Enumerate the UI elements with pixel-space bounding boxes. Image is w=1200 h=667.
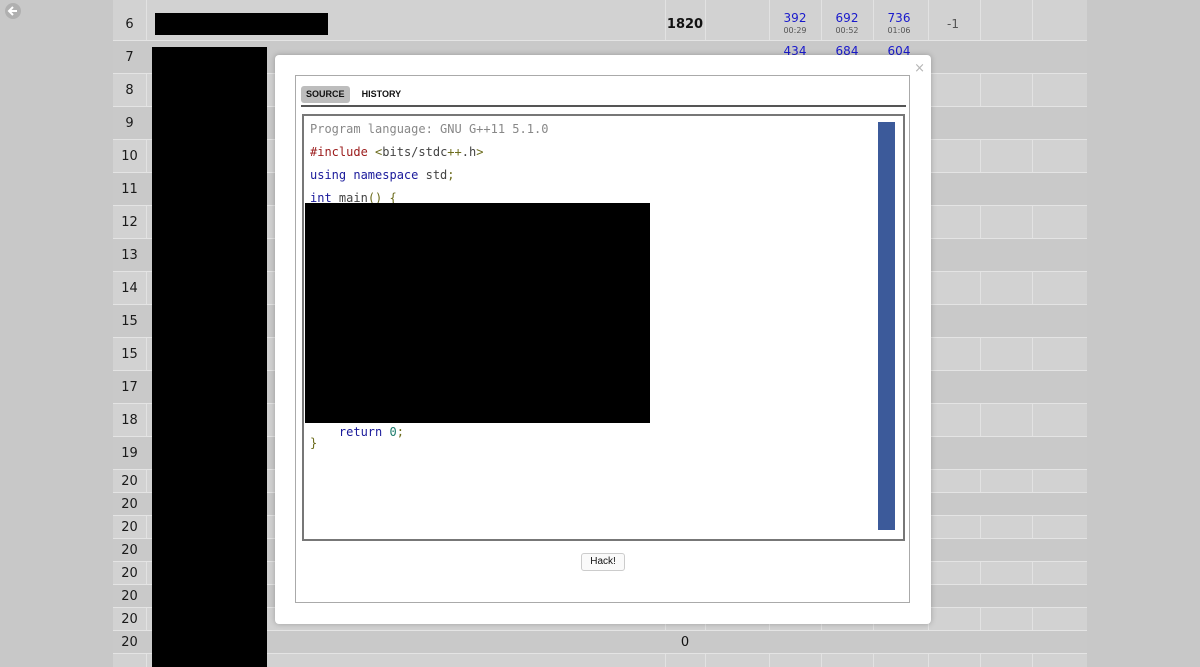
source-code-viewer[interactable]: Program language: GNU G++11 5.1.0 #inclu…: [302, 114, 905, 541]
close-icon[interactable]: ×: [914, 62, 925, 75]
rank-cell: 20: [121, 519, 138, 535]
score-cell: 1820: [666, 16, 704, 32]
code-token: ++: [447, 145, 462, 159]
code-line: using namespace std;: [310, 168, 455, 182]
problem-points: 736: [887, 11, 911, 25]
rank-cell: 17: [121, 379, 138, 395]
modal-content: SOURCE HISTORY Program language: GNU G++…: [295, 75, 910, 603]
rank-cell: 19: [121, 445, 138, 461]
redacted-name: [155, 13, 328, 35]
rank-cell: 6: [125, 16, 134, 32]
program-language-line: Program language: GNU G++11 5.1.0: [310, 122, 549, 136]
tab-divider: [301, 105, 906, 107]
score-cell: 0: [680, 634, 690, 650]
rank-cell: 7: [125, 49, 134, 65]
code-token: >: [476, 145, 484, 159]
rank-cell: 14: [121, 280, 138, 296]
rank-cell: 20: [121, 565, 138, 581]
redacted-code-block: [305, 203, 650, 423]
rank-cell: 20: [121, 634, 138, 650]
code-token: ;: [447, 168, 455, 182]
tab-source[interactable]: SOURCE: [301, 86, 350, 103]
code-line: #include <bits/stdc++.h>: [310, 145, 483, 159]
rank-cell: 11: [121, 181, 138, 197]
tab-bar: SOURCE HISTORY: [301, 82, 408, 103]
rank-cell: 13: [121, 247, 138, 263]
problem-time: 01:06: [887, 26, 911, 35]
rank-cell: 20: [121, 473, 138, 489]
problem-cell[interactable]: 736 01:06: [873, 11, 925, 37]
tab-history[interactable]: HISTORY: [357, 86, 407, 103]
problem-cell[interactable]: 392 00:29: [769, 11, 821, 37]
code-token: std: [425, 168, 448, 182]
problem-points: 692: [835, 11, 859, 25]
code-token: using namespace: [310, 168, 426, 182]
rank-cell: 9: [125, 115, 134, 131]
hack-button[interactable]: Hack!: [581, 553, 625, 571]
rank-cell: 12: [121, 214, 138, 230]
back-arrow-icon[interactable]: [5, 3, 21, 19]
code-token: .h: [461, 145, 477, 159]
problem-cell[interactable]: 692 00:52: [821, 11, 873, 37]
code-token: 0: [389, 425, 397, 439]
redacted-names-column: [152, 47, 267, 667]
rank-cell: 18: [121, 412, 138, 428]
code-line: return 0;: [310, 425, 404, 439]
problem-time: 00:29: [783, 26, 807, 35]
code-line: }: [310, 436, 317, 450]
source-modal: × SOURCE HISTORY Program language: GNU G…: [275, 55, 931, 624]
rank-cell: 20: [121, 588, 138, 604]
rank-cell: 8: [125, 82, 134, 98]
problem-points: 392: [783, 11, 807, 25]
code-token: return: [310, 425, 390, 439]
code-scrollbar[interactable]: [878, 122, 895, 530]
rank-cell: 20: [121, 542, 138, 558]
rank-cell: 15: [121, 313, 138, 329]
problem-time: 00:52: [835, 26, 859, 35]
hacks-cell: -1: [947, 16, 959, 31]
code-token: }: [310, 436, 318, 450]
rank-cell: 10: [121, 148, 138, 164]
code-token: #include: [310, 145, 376, 159]
rank-cell: 15: [121, 346, 138, 362]
rank-cell: 20: [121, 611, 138, 627]
rank-cell: 20: [121, 496, 138, 512]
code-token: ;: [396, 425, 404, 439]
code-token: bits/stdc: [382, 145, 448, 159]
